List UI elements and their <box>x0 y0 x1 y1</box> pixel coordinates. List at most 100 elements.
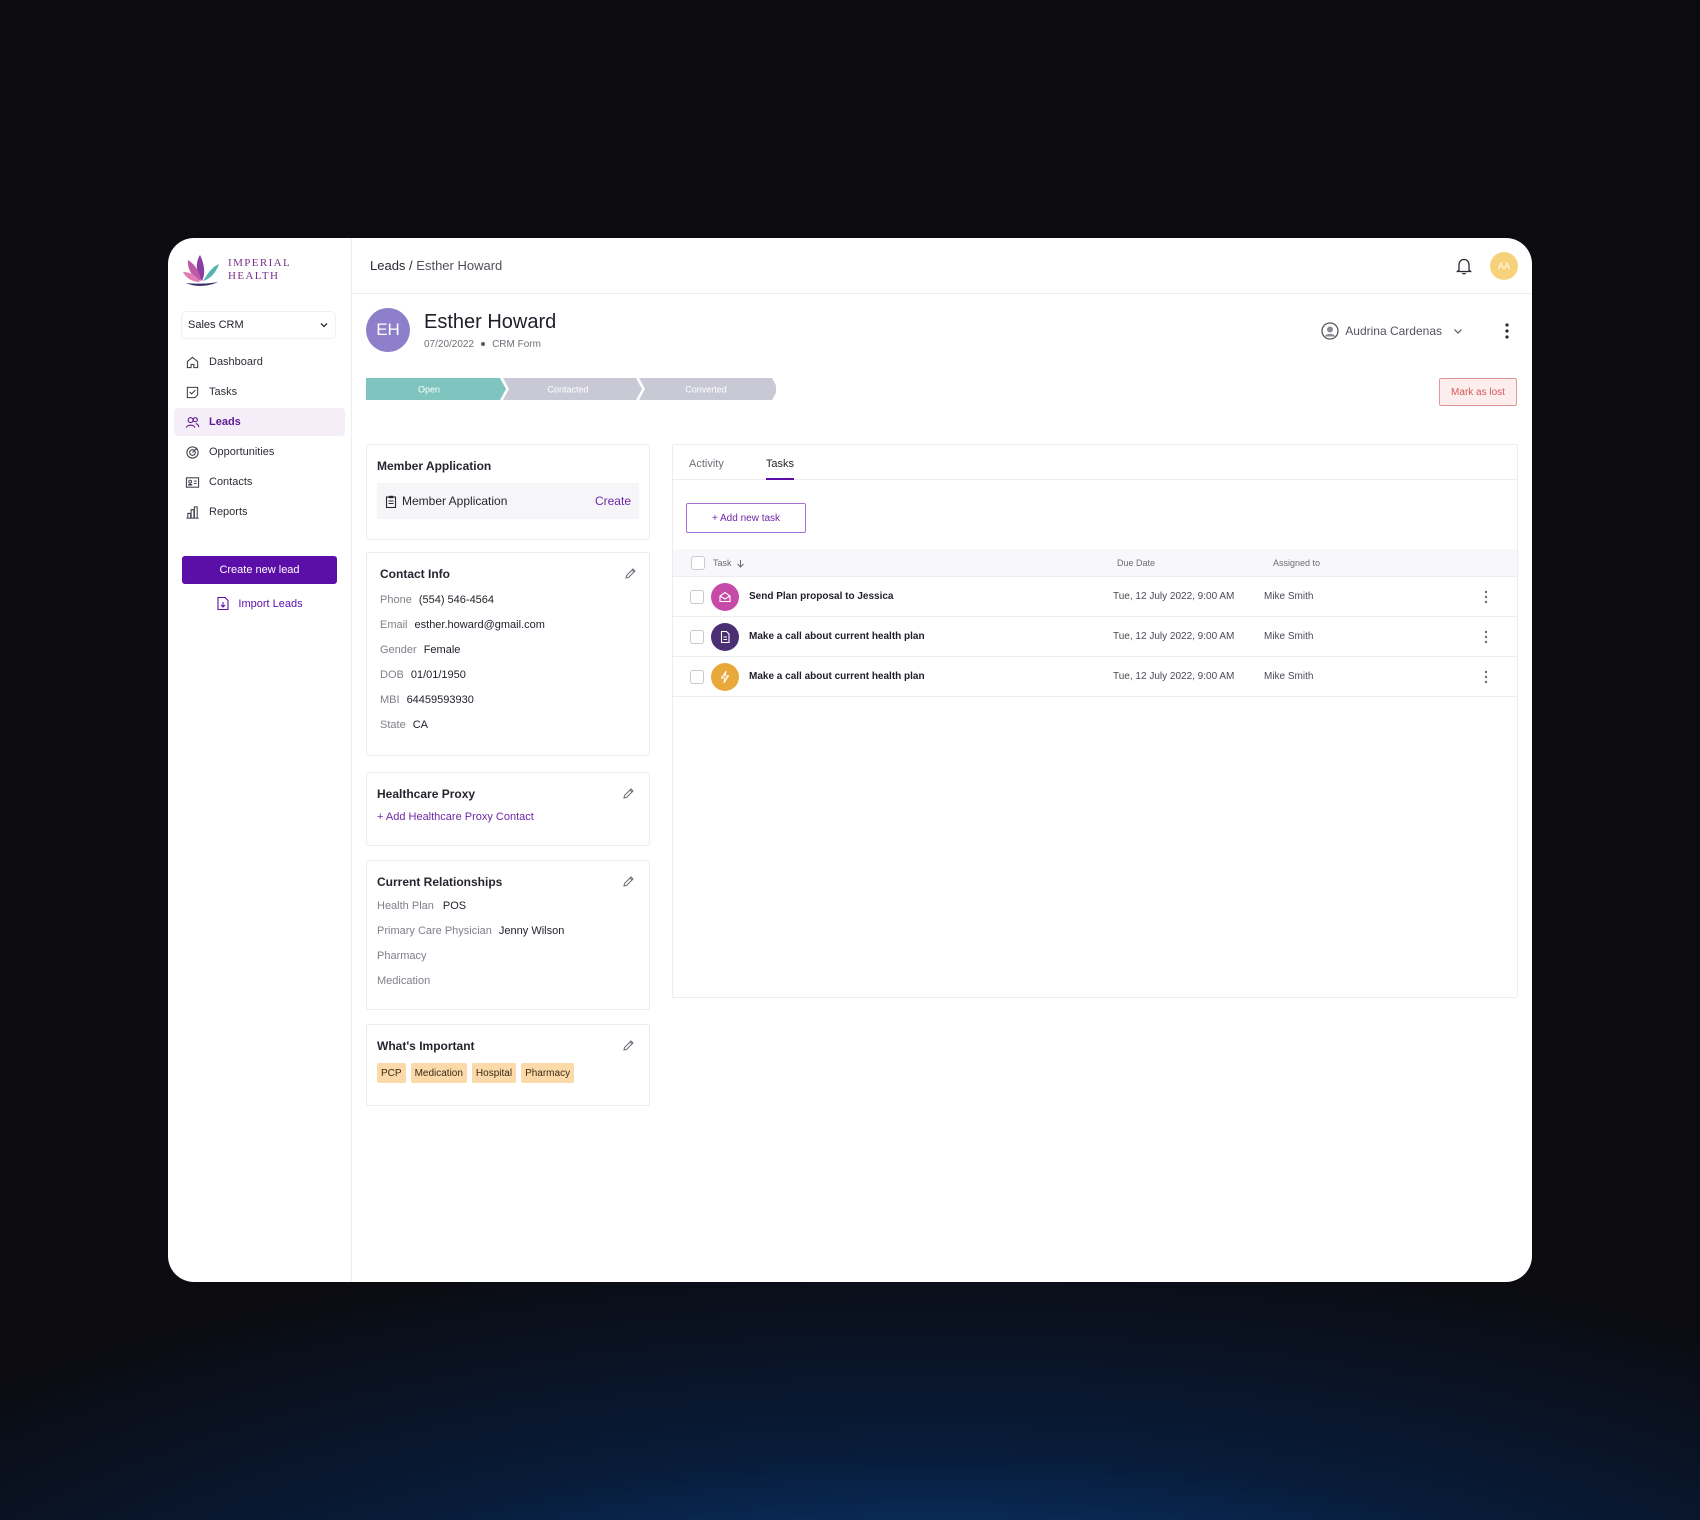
brand-line1: Imperial <box>228 257 292 269</box>
meta-separator-dot <box>481 341 486 346</box>
task-due-date: Tue, 12 July 2022, 9:00 AM <box>1113 671 1235 682</box>
health-plan-row: Health Plan POS <box>377 893 649 918</box>
workspace-select[interactable]: Sales CRM <box>182 312 335 338</box>
add-healthcare-proxy-link[interactable]: + Add Healthcare Proxy Contact <box>377 811 649 823</box>
tab-activity[interactable]: Activity <box>689 445 724 479</box>
brand-name: Imperial Health <box>228 257 291 283</box>
contact-info-card: Contact Info Phone (554) 546-4564 Email es… <box>366 552 650 756</box>
sidebar-item-tasks[interactable]: Tasks <box>174 378 345 406</box>
stage-open-label: Open <box>418 385 440 395</box>
member-application-label: Member Application <box>402 494 508 508</box>
home-icon <box>184 354 200 370</box>
task-due-date: Tue, 12 July 2022, 9:00 AM <box>1113 631 1235 642</box>
select-all-checkbox[interactable] <box>691 556 705 570</box>
health-plan-value: POS <box>442 899 467 912</box>
contact-mbi: 64459593930 <box>406 693 474 706</box>
more-options-icon[interactable] <box>1500 322 1514 340</box>
field-label: Primary Care Physician <box>377 924 492 937</box>
contact-email-row: Email esther.howard@gmail.com <box>380 612 649 637</box>
pencil-icon[interactable] <box>622 875 635 888</box>
panel-tabs: Activity Tasks <box>673 445 1517 480</box>
brand-logo[interactable]: Imperial Health <box>174 250 345 290</box>
field-label: DOB <box>380 668 404 681</box>
card-title: Contact Info <box>380 567 450 581</box>
contact-gender: Female <box>423 643 461 656</box>
stage-contacted-label: Contacted <box>547 385 588 395</box>
field-label: MBI <box>380 693 400 706</box>
task-assignee: Mike Smith <box>1264 671 1314 682</box>
row-more-icon[interactable] <box>1483 630 1489 644</box>
main-content: Leads / Esther Howard AA EH Esther Howar… <box>352 238 1532 1282</box>
table-row[interactable]: Make a call about current health plan Tu… <box>673 617 1517 657</box>
breadcrumb-leads[interactable]: Leads <box>370 258 405 273</box>
user-avatar[interactable]: AA <box>1490 251 1518 280</box>
sidebar-item-reports[interactable]: Reports <box>174 498 345 526</box>
breadcrumb-separator: / <box>409 258 413 273</box>
important-tags: PCP Medication Hospital Pharmacy <box>377 1063 649 1083</box>
member-application-card: Member Application Member Application Cr… <box>366 444 650 540</box>
contact-card-icon <box>184 474 200 490</box>
breadcrumb-current: Esther Howard <box>416 258 503 273</box>
lead-date: 07/20/2022 <box>424 338 475 350</box>
lead-owner-select[interactable]: Audrina Cardenas <box>1321 322 1470 340</box>
stage-converted-label: Converted <box>685 385 727 395</box>
contact-phone: (554) 546-4564 <box>418 593 495 606</box>
card-title: What's Important <box>377 1039 475 1053</box>
column-due-date[interactable]: Due Date <box>1117 558 1155 568</box>
pcp-row: Primary Care Physician Jenny Wilson <box>377 918 649 943</box>
create-new-lead-button[interactable]: Create new lead <box>182 556 337 584</box>
workspace-select-value: Sales CRM <box>188 319 244 331</box>
sidebar-item-leads[interactable]: Leads <box>174 408 345 436</box>
lead-name: Esther Howard <box>424 310 557 333</box>
healthcare-proxy-card: Healthcare Proxy + Add Healthcare Proxy … <box>366 772 650 846</box>
task-due-date: Tue, 12 July 2022, 9:00 AM <box>1113 591 1235 602</box>
lead-stage-progress: Open Contacted Converted <box>366 378 776 400</box>
row-checkbox[interactable] <box>690 590 704 604</box>
file-import-icon <box>217 596 229 611</box>
table-row[interactable]: Make a call about current health plan Tu… <box>673 657 1517 697</box>
bell-icon[interactable] <box>1454 256 1474 276</box>
column-assigned-to[interactable]: Assigned to <box>1273 558 1320 568</box>
sidebar-item-label: Reports <box>209 506 248 518</box>
column-task[interactable]: Task <box>713 558 745 568</box>
card-title: Member Application <box>377 459 492 473</box>
pencil-icon[interactable] <box>622 787 635 800</box>
create-application-link[interactable]: Create <box>595 494 631 508</box>
sidebar-item-label: Leads <box>209 416 241 428</box>
tab-tasks[interactable]: Tasks <box>765 445 795 480</box>
contact-fields: Phone (554) 546-4564 Email esther.howard@g… <box>367 587 649 737</box>
top-bar: Leads / Esther Howard AA <box>352 238 1532 294</box>
contact-gender-row: Gender Female <box>380 637 649 662</box>
row-checkbox[interactable] <box>690 670 704 684</box>
import-leads-link[interactable]: Import Leads <box>174 596 345 611</box>
mail-open-icon <box>711 583 739 611</box>
task-icon <box>184 384 200 400</box>
sidebar-item-label: Dashboard <box>209 356 263 368</box>
sidebar-item-opportunities[interactable]: Opportunities <box>174 438 345 466</box>
row-more-icon[interactable] <box>1483 590 1489 604</box>
card-title: Healthcare Proxy <box>377 787 476 801</box>
pharmacy-row: Pharmacy <box>377 943 649 968</box>
sidebar-item-dashboard[interactable]: Dashboard <box>174 348 345 376</box>
row-checkbox[interactable] <box>690 630 704 644</box>
sidebar-item-label: Opportunities <box>209 446 275 458</box>
lead-meta: 07/20/2022 CRM Form <box>424 339 556 350</box>
sidebar-item-contacts[interactable]: Contacts <box>174 468 345 496</box>
pencil-icon[interactable] <box>622 1039 635 1052</box>
sidebar-item-label: Contacts <box>209 476 253 488</box>
contact-state-row: State CA <box>380 712 649 737</box>
row-more-icon[interactable] <box>1483 670 1489 684</box>
add-new-task-button[interactable]: + Add new task <box>686 503 806 533</box>
pencil-icon[interactable] <box>624 567 637 580</box>
target-icon <box>184 444 200 460</box>
field-label: State <box>380 718 406 731</box>
table-row[interactable]: Send Plan proposal to Jessica Tue, 12 Ju… <box>673 577 1517 617</box>
sidebar-nav: Dashboard Tasks Leads Opportunities Cont… <box>174 348 345 526</box>
mark-as-lost-button[interactable]: Mark as lost <box>1439 378 1517 406</box>
contact-mbi-row: MBI 64459593930 <box>380 687 649 712</box>
member-application-item: Member Application <box>385 494 507 508</box>
top-bar-actions: AA <box>1454 251 1518 280</box>
clipboard-icon <box>385 495 397 508</box>
bolt-icon <box>711 663 739 691</box>
sidebar-item-label: Tasks <box>209 386 238 398</box>
